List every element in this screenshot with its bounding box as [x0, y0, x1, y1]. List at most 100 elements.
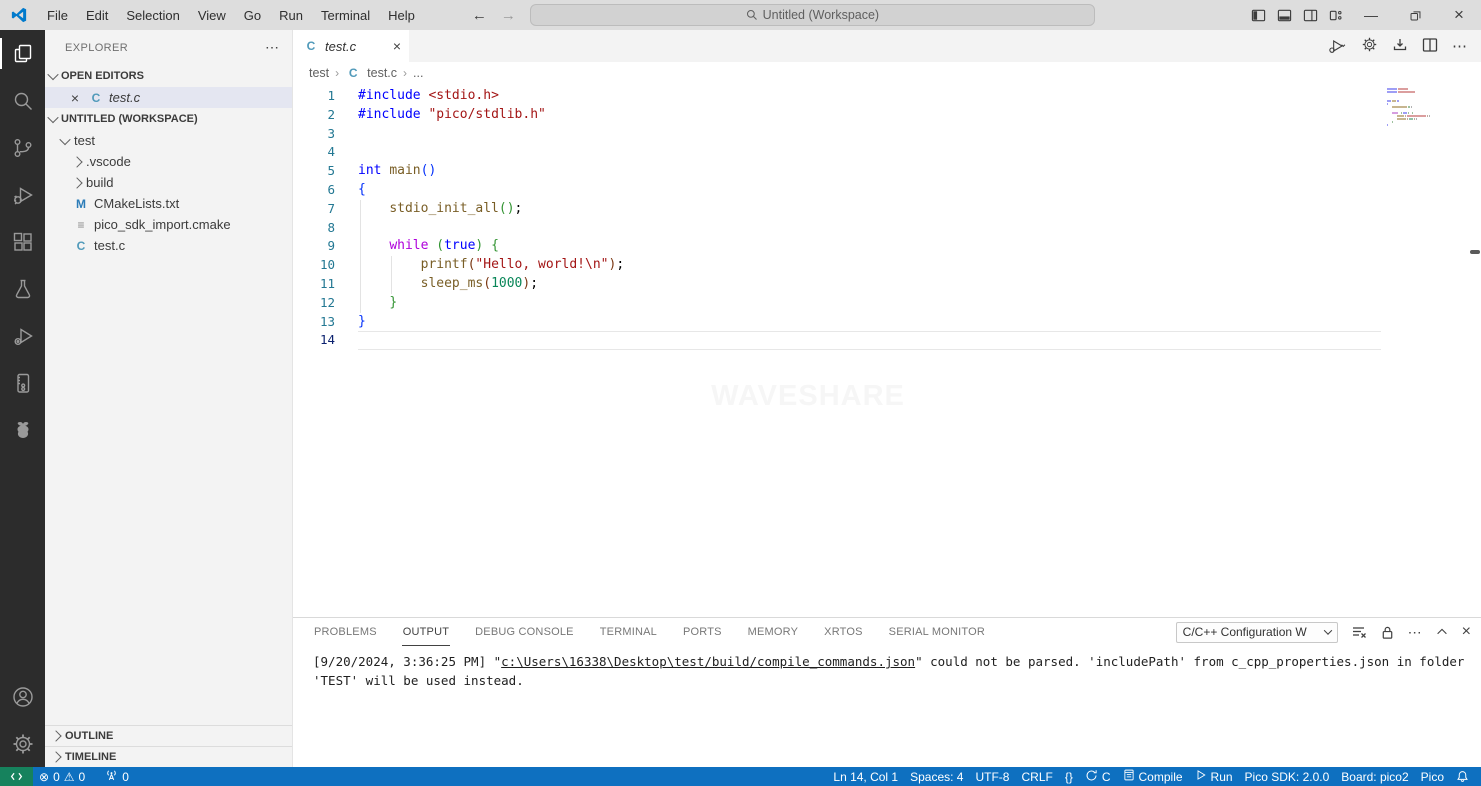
forward-arrow-icon[interactable]: →	[501, 7, 516, 24]
panel-tab-memory[interactable]: MEMORY	[747, 618, 800, 646]
tree-item-test-c[interactable]: Ctest.c	[45, 235, 292, 256]
panel-tab-debug-console[interactable]: DEBUG CONSOLE	[474, 618, 575, 646]
tree-item-pico-sdk-import-cmake[interactable]: ≡ pico_sdk_import.cmake	[45, 214, 292, 235]
pico-extension[interactable]: Pico	[1415, 767, 1450, 786]
run-and-debug-icon[interactable]	[0, 171, 45, 218]
encoding[interactable]: UTF-8	[969, 767, 1015, 786]
remote-indicator[interactable]	[0, 767, 33, 786]
restore-button[interactable]	[1393, 0, 1437, 30]
code-line[interactable]: 3	[293, 125, 1481, 144]
toggle-secondary-sidebar-icon[interactable]	[1297, 0, 1323, 30]
tree-item-cmakelists-txt[interactable]: M CMakeLists.txt	[45, 193, 292, 214]
indentation[interactable]: Spaces: 4	[904, 767, 969, 786]
explorer-icon[interactable]	[0, 30, 45, 77]
code-line[interactable]: 6{	[293, 181, 1481, 200]
workspace-section[interactable]: UNTITLED (WORKSPACE)	[45, 108, 292, 130]
pico-board-icon[interactable]	[0, 359, 45, 406]
menu-selection[interactable]: Selection	[117, 0, 188, 30]
minimap[interactable]	[1387, 88, 1465, 130]
code-line[interactable]: 8	[293, 218, 1481, 238]
ports-forwarded[interactable]: 0	[99, 767, 135, 786]
output-file-link[interactable]: c:\Users\16338\Desktop\test/build/compil…	[501, 654, 915, 669]
code-line[interactable]: 12 }	[293, 293, 1481, 313]
minimize-button[interactable]: —	[1349, 0, 1393, 30]
sync-language[interactable]: C	[1079, 767, 1117, 786]
raspberry-pi-icon[interactable]	[0, 406, 45, 453]
cursor-position[interactable]: Ln 14, Col 1	[827, 767, 904, 786]
testing-flask-icon[interactable]	[0, 265, 45, 312]
tab-test-c[interactable]: C test.c ×	[293, 30, 409, 62]
flash-deploy-icon[interactable]	[1392, 37, 1408, 56]
code-line[interactable]: 2 #include "pico/stdlib.h"	[293, 106, 1481, 125]
toggle-primary-sidebar-icon[interactable]	[1245, 0, 1271, 30]
tab-close-icon[interactable]: ×	[393, 38, 401, 54]
code-line[interactable]: 14	[293, 331, 1481, 351]
breadcrumb-item[interactable]: test.c	[367, 66, 397, 80]
menu-edit[interactable]: Edit	[77, 0, 117, 30]
customize-layout-icon[interactable]	[1323, 0, 1349, 30]
panel-more-actions-icon[interactable]: ⋯	[1408, 624, 1422, 641]
code-line[interactable]: 1 #include <stdio.h>	[293, 87, 1481, 106]
code-line[interactable]: 10 printf("Hello, world!\n");	[293, 256, 1481, 275]
tree-item-build[interactable]: build	[45, 172, 292, 193]
open-editors-section[interactable]: OPEN EDITORS	[45, 65, 292, 87]
editor-more-actions-icon[interactable]: ⋯	[1452, 37, 1467, 55]
panel-tab-problems[interactable]: PROBLEMS	[313, 618, 378, 646]
menu-terminal[interactable]: Terminal	[312, 0, 379, 30]
run-or-debug-button[interactable]	[1327, 37, 1347, 55]
panel-tab-output[interactable]: OUTPUT	[401, 618, 451, 646]
board-selector[interactable]: Board: pico2	[1335, 767, 1414, 786]
problems-counter[interactable]: ⊗ 0 ⚠ 0	[33, 767, 91, 786]
panel-tab-serial-monitor[interactable]: SERIAL MONITOR	[888, 618, 986, 646]
output-channel-dropdown[interactable]: C/C++ Configuration W	[1175, 621, 1338, 643]
code-content[interactable]: 1 #include <stdio.h> 2 #include "pico/stdli…	[293, 84, 1481, 351]
code-line[interactable]: 5 int main()	[293, 162, 1481, 181]
scrollbar-marker[interactable]	[1470, 250, 1480, 254]
code-line[interactable]: 7 stdio_init_all();	[293, 199, 1481, 219]
code-line[interactable]: 11 sleep_ms(1000);	[293, 274, 1481, 294]
outline-section[interactable]: OUTLINE	[45, 725, 292, 746]
menu-help[interactable]: Help	[379, 0, 424, 30]
close-panel-icon[interactable]: ×	[1462, 623, 1471, 641]
source-control-icon[interactable]	[0, 124, 45, 171]
timeline-section[interactable]: TIMELINE	[45, 746, 292, 767]
menu-file[interactable]: File	[38, 0, 77, 30]
menu-go[interactable]: Go	[235, 0, 270, 30]
menu-view[interactable]: View	[189, 0, 235, 30]
command-center-search[interactable]: Untitled (Workspace)	[529, 4, 1095, 26]
explorer-more-actions-icon[interactable]: ⋯	[265, 39, 280, 56]
close-editor-icon[interactable]: ×	[67, 90, 83, 106]
extensions-icon[interactable]	[0, 218, 45, 265]
tree-item-test[interactable]: test	[45, 130, 292, 151]
breadcrumb-item[interactable]: test	[309, 66, 329, 80]
compile-button[interactable]: Compile	[1117, 767, 1189, 786]
close-window-button[interactable]: ×	[1437, 0, 1481, 30]
code-line[interactable]: 4	[293, 143, 1481, 162]
settings-gear-icon[interactable]	[0, 720, 45, 767]
menu-run[interactable]: Run	[270, 0, 312, 30]
toggle-panel-icon[interactable]	[1271, 0, 1297, 30]
tree-item--vscode[interactable]: .vscode	[45, 151, 292, 172]
code-line[interactable]: 9 while (true) {	[293, 237, 1481, 257]
pico-debug-icon[interactable]	[0, 312, 45, 359]
accounts-icon[interactable]	[0, 673, 45, 720]
eol-sequence[interactable]: CRLF	[1015, 767, 1058, 786]
editor-settings-gear-icon[interactable]	[1361, 36, 1378, 56]
panel-tab-ports[interactable]: PORTS	[682, 618, 723, 646]
output-log[interactable]: [9/20/2024, 3:36:25 PM] "c:\Users\16338\…	[293, 646, 1481, 767]
maximize-panel-icon[interactable]	[1435, 625, 1449, 639]
lock-scroll-icon[interactable]	[1380, 625, 1395, 640]
code-editor[interactable]: 1 #include <stdio.h> 2 #include "pico/stdli…	[293, 84, 1481, 617]
breadcrumb-item[interactable]: ...	[413, 66, 423, 80]
split-editor-icon[interactable]	[1422, 37, 1438, 56]
search-icon[interactable]	[0, 77, 45, 124]
panel-tab-xrtos[interactable]: XRTOS	[823, 618, 864, 646]
code-line[interactable]: 13}	[293, 313, 1481, 332]
clear-output-icon[interactable]	[1351, 624, 1367, 640]
pico-sdk-version[interactable]: Pico SDK: 2.0.0	[1239, 767, 1336, 786]
panel-tab-terminal[interactable]: TERMINAL	[599, 618, 658, 646]
run-button[interactable]: Run	[1189, 767, 1239, 786]
notifications-bell-icon[interactable]	[1450, 767, 1475, 786]
open-editor-item[interactable]: × Ctest.c	[45, 87, 292, 108]
language-status[interactable]: {}	[1059, 767, 1079, 786]
